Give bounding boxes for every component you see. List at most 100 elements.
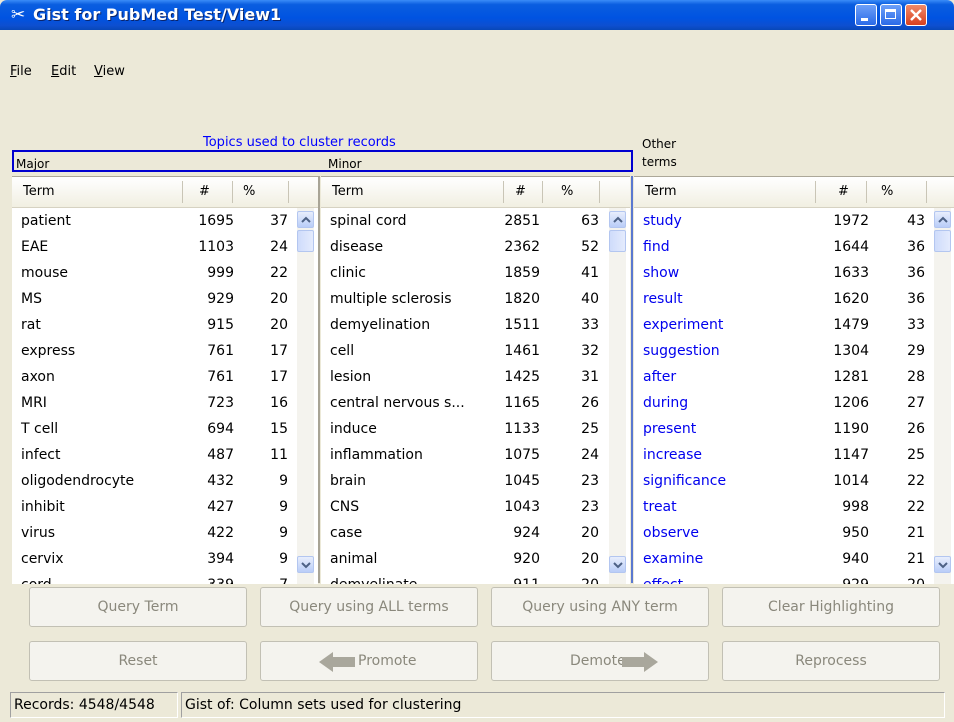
scroll-up-button[interactable]: [609, 211, 626, 228]
table-row[interactable]: result 1620 36: [634, 286, 954, 312]
table-row[interactable]: animal 920 20: [321, 546, 630, 572]
table-row[interactable]: study 1972 43: [634, 208, 954, 234]
table-row[interactable]: disease 2362 52: [321, 234, 630, 260]
table-row[interactable]: find 1644 36: [634, 234, 954, 260]
table-row[interactable]: central nervous s... 1165 26: [321, 390, 630, 416]
other-terms-table[interactable]: Term #% study 1972 43 find 1644 36 show 1633 36 res…: [634, 176, 954, 584]
table-row[interactable]: MS 929 20: [12, 286, 318, 312]
menu-edit[interactable]: Edit: [51, 64, 76, 79]
column-separator[interactable]: [866, 181, 867, 203]
column-header-term[interactable]: Term: [23, 184, 55, 199]
scroll-thumb[interactable]: [297, 230, 314, 252]
table-row[interactable]: demyelinate 911 20: [321, 572, 630, 584]
table-row[interactable]: oligodendrocyte 432 9: [12, 468, 318, 494]
table-row[interactable]: inhibit 427 9: [12, 494, 318, 520]
table-row[interactable]: rat 915 20: [12, 312, 318, 338]
column-separator[interactable]: [599, 181, 600, 203]
table-row[interactable]: virus 422 9: [12, 520, 318, 546]
scroll-down-button[interactable]: [297, 556, 314, 573]
column-separator[interactable]: [288, 181, 289, 203]
column-separator[interactable]: [542, 181, 543, 203]
column-separator[interactable]: [815, 181, 816, 203]
percent-cell: 36: [907, 239, 925, 255]
table-row[interactable]: inflammation 1075 24: [321, 442, 630, 468]
major-terms-table[interactable]: Term #% patient 1695 37 EAE 1103 24 mouse 999 22 MS…: [12, 176, 318, 584]
table-row[interactable]: present 1190 26: [634, 416, 954, 442]
column-header-count[interactable]: #: [838, 184, 849, 199]
column-header-count[interactable]: #: [515, 184, 526, 199]
vertical-scrollbar[interactable]: [934, 208, 951, 584]
column-separator[interactable]: [926, 181, 927, 203]
table-row[interactable]: induce 1133 25: [321, 416, 630, 442]
column-header-term[interactable]: Term: [645, 184, 677, 199]
scroll-down-button[interactable]: [609, 556, 626, 573]
table-row[interactable]: mouse 999 22: [12, 260, 318, 286]
table-row[interactable]: cervix 394 9: [12, 546, 318, 572]
demote-button[interactable]: Demote: [491, 641, 709, 681]
table-row[interactable]: demyelination 1511 33: [321, 312, 630, 338]
count-cell: 915: [207, 317, 234, 333]
scroll-thumb[interactable]: [609, 230, 626, 252]
vertical-scrollbar[interactable]: [609, 208, 626, 584]
query-term-button[interactable]: Query Term: [29, 587, 247, 627]
table-row[interactable]: suggestion 1304 29: [634, 338, 954, 364]
table-row[interactable]: cord 339 7: [12, 572, 318, 584]
minor-terms-table[interactable]: Term #% spinal cord 2851 63 disease 2362 52 clin…: [321, 176, 630, 584]
column-separator[interactable]: [182, 181, 183, 203]
query-all-terms-button[interactable]: Query using ALL terms: [260, 587, 478, 627]
promote-button[interactable]: Promote: [260, 641, 478, 681]
count-cell: 1190: [833, 421, 869, 437]
table-row[interactable]: increase 1147 25: [634, 442, 954, 468]
table-row[interactable]: effect 929 20: [634, 572, 954, 584]
table-row[interactable]: cell 1461 32: [321, 338, 630, 364]
table-row[interactable]: examine 940 21: [634, 546, 954, 572]
reprocess-button[interactable]: Reprocess: [722, 641, 940, 681]
scroll-up-button[interactable]: [934, 211, 951, 228]
table-row[interactable]: brain 1045 23: [321, 468, 630, 494]
scroll-up-button[interactable]: [297, 211, 314, 228]
count-cell: 929: [207, 291, 234, 307]
table-row[interactable]: after 1281 28: [634, 364, 954, 390]
table-row[interactable]: experiment 1479 33: [634, 312, 954, 338]
column-separator[interactable]: [232, 181, 233, 203]
menu-view[interactable]: View: [94, 64, 125, 79]
table-row[interactable]: observe 950 21: [634, 520, 954, 546]
clear-highlighting-button[interactable]: Clear Highlighting: [722, 587, 940, 627]
table-row[interactable]: T cell 694 15: [12, 416, 318, 442]
column-header-term[interactable]: Term: [332, 184, 364, 199]
table-row[interactable]: during 1206 27: [634, 390, 954, 416]
table-row[interactable]: case 924 20: [321, 520, 630, 546]
count-cell: 1133: [504, 421, 540, 437]
scroll-down-button[interactable]: [934, 556, 951, 573]
minimize-button[interactable]: [855, 4, 877, 26]
arrow-left-icon: [319, 652, 355, 672]
maximize-button[interactable]: [880, 4, 902, 26]
table-row[interactable]: MRI 723 16: [12, 390, 318, 416]
column-header-percent[interactable]: %: [881, 184, 893, 199]
column-header-percent[interactable]: %: [243, 184, 255, 199]
table-row[interactable]: clinic 1859 41: [321, 260, 630, 286]
demote-label: Demote: [570, 653, 626, 669]
table-row[interactable]: multiple sclerosis 1820 40: [321, 286, 630, 312]
table-row[interactable]: EAE 1103 24: [12, 234, 318, 260]
column-header-percent[interactable]: %: [561, 184, 573, 199]
term-cell: multiple sclerosis: [330, 291, 452, 307]
table-row[interactable]: treat 998 22: [634, 494, 954, 520]
table-row[interactable]: show 1633 36: [634, 260, 954, 286]
table-row[interactable]: express 761 17: [12, 338, 318, 364]
table-row[interactable]: spinal cord 2851 63: [321, 208, 630, 234]
query-any-term-button[interactable]: Query using ANY term: [491, 587, 709, 627]
reset-button[interactable]: Reset: [29, 641, 247, 681]
column-header-count[interactable]: #: [199, 184, 210, 199]
close-button[interactable]: [905, 4, 927, 26]
vertical-scrollbar[interactable]: [297, 208, 314, 584]
table-row[interactable]: infect 487 11: [12, 442, 318, 468]
menu-file[interactable]: File: [10, 64, 32, 79]
table-row[interactable]: axon 761 17: [12, 364, 318, 390]
scroll-thumb[interactable]: [934, 230, 951, 252]
table-row[interactable]: lesion 1425 31: [321, 364, 630, 390]
table-row[interactable]: significance 1014 22: [634, 468, 954, 494]
table-row[interactable]: CNS 1043 23: [321, 494, 630, 520]
column-separator[interactable]: [503, 181, 504, 203]
table-row[interactable]: patient 1695 37: [12, 208, 318, 234]
